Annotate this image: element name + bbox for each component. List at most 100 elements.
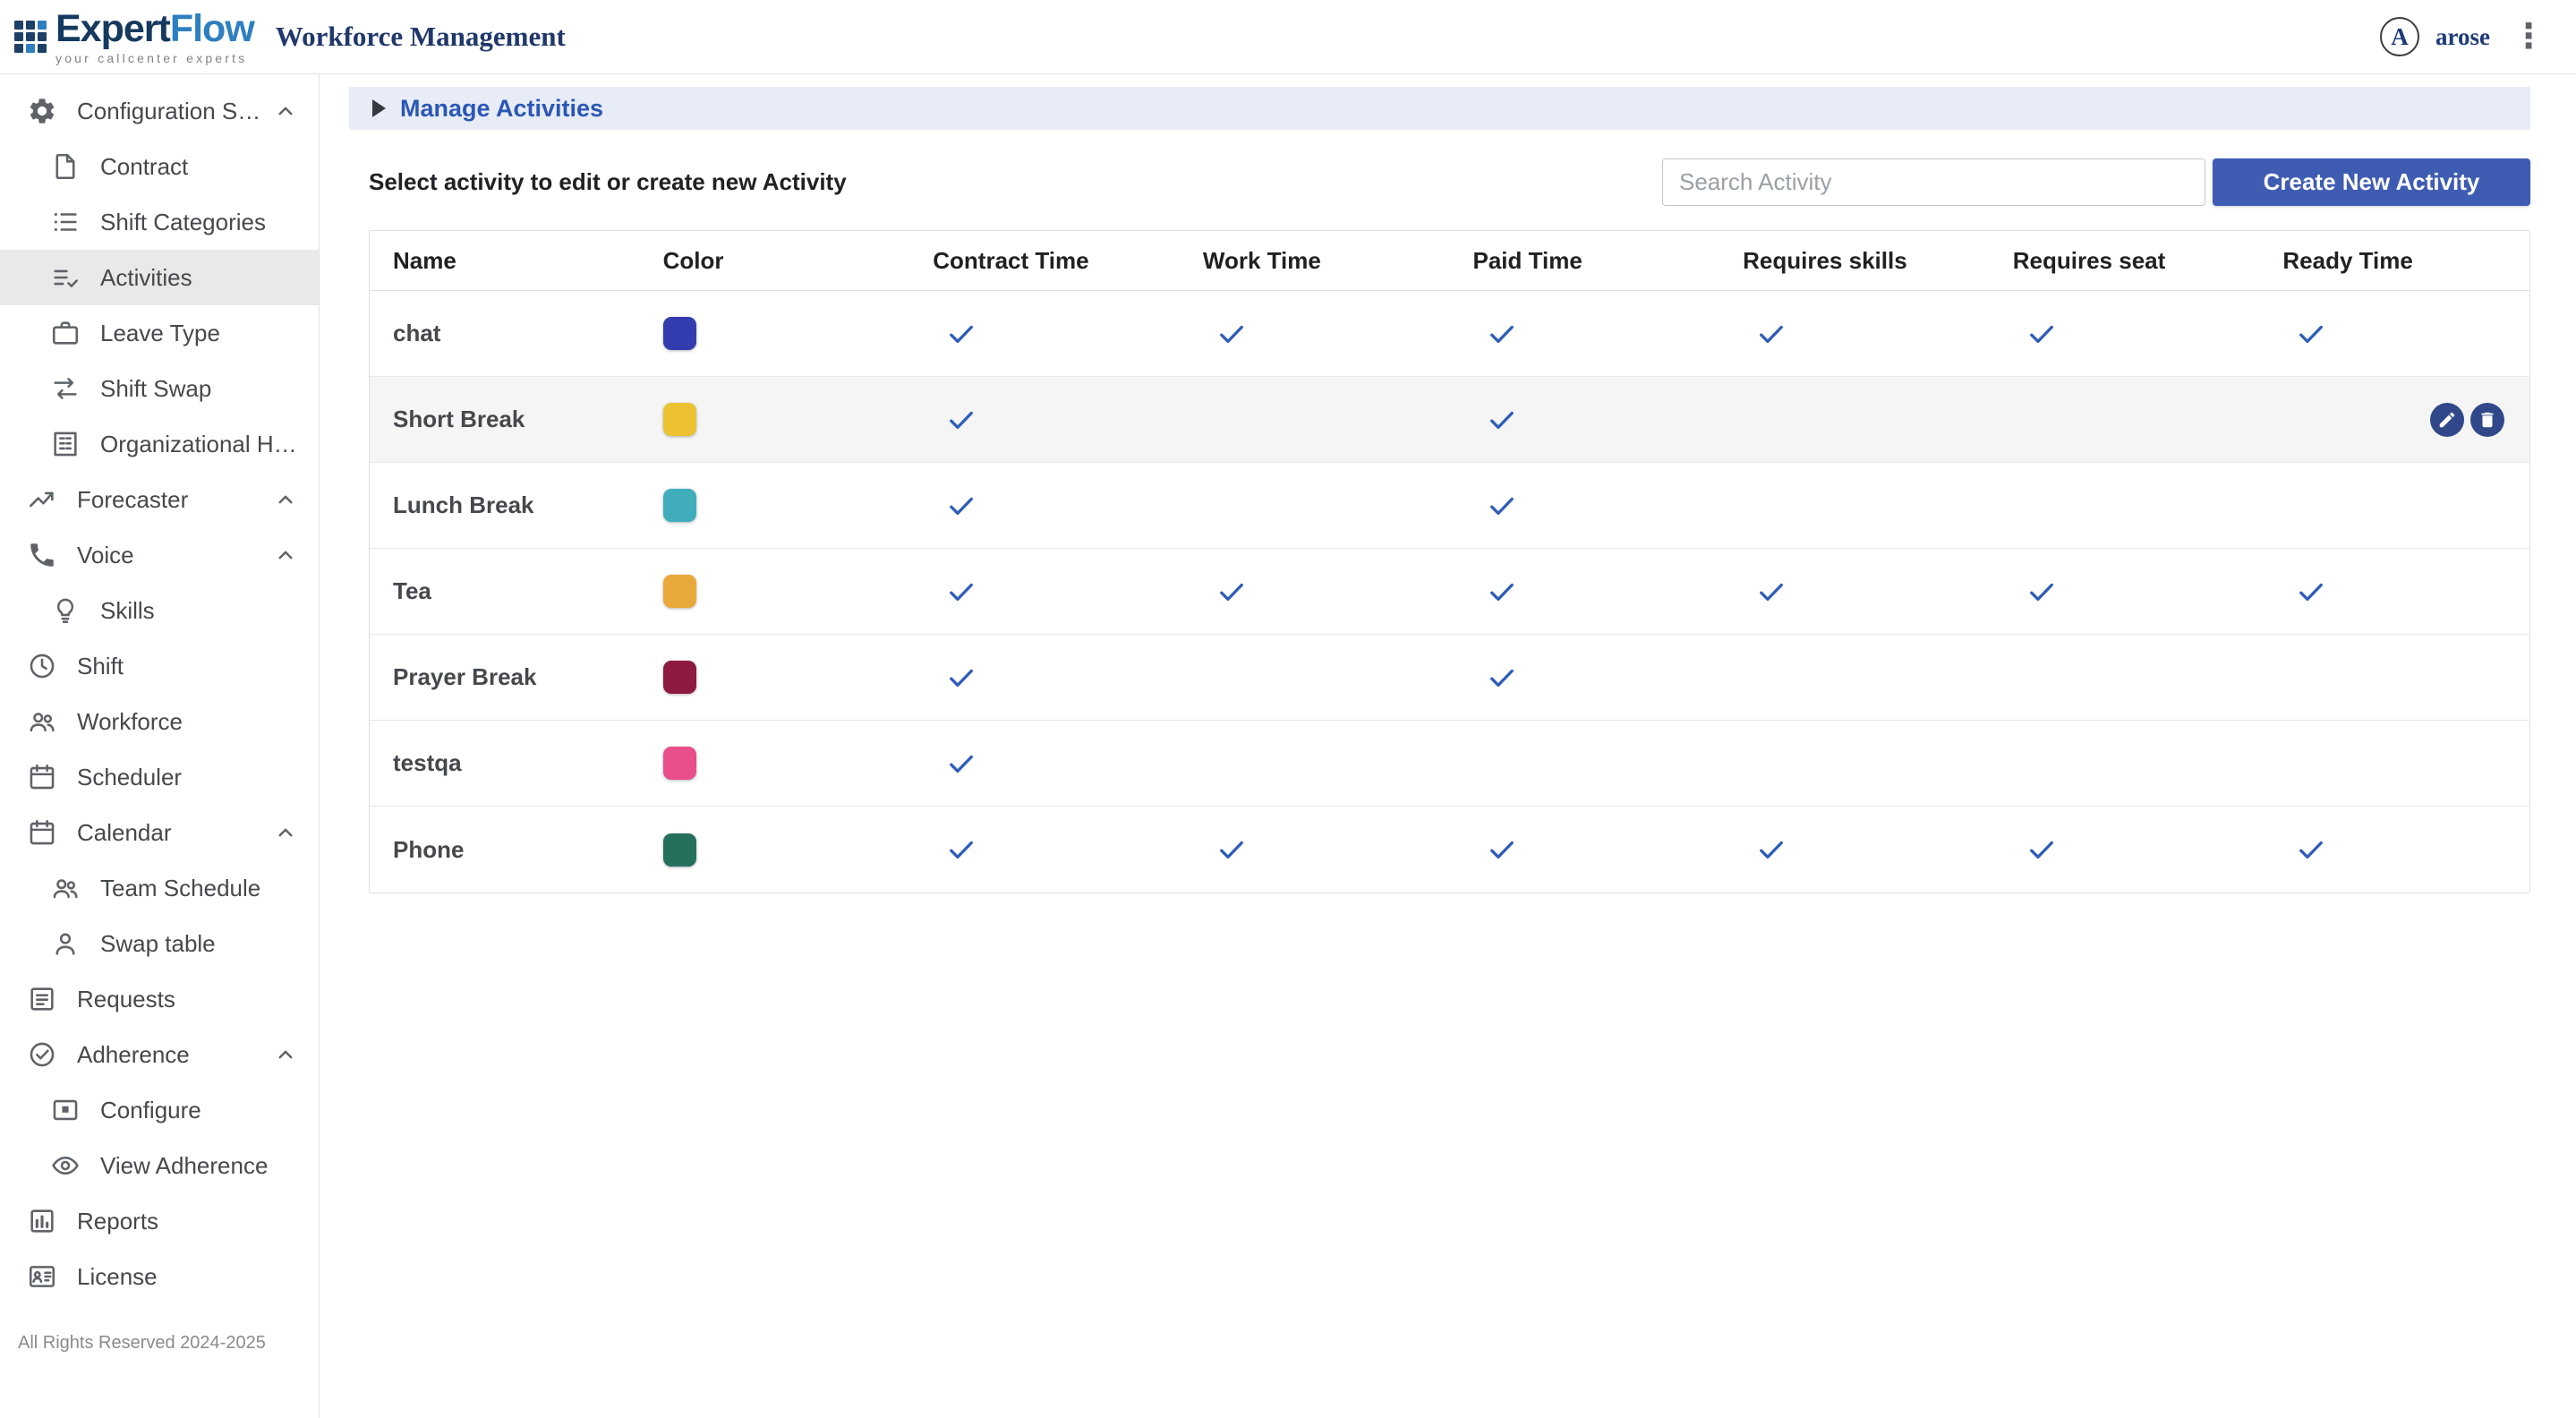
table-row-tea[interactable]: Tea <box>370 549 2529 635</box>
clock-icon <box>27 651 57 681</box>
trend-icon <box>27 484 57 515</box>
table-header-row: NameColorContract TimeWork TimePaid Time… <box>370 231 2529 291</box>
check-icon <box>2295 576 2327 608</box>
check-icon <box>1755 576 1787 608</box>
sidebar-item-swap-table[interactable]: Swap table <box>0 916 319 971</box>
sidebar-item-label: Team Schedule <box>100 875 260 902</box>
app-title: Workforce Management <box>276 21 566 53</box>
eye-icon <box>50 1150 81 1181</box>
activity-name: chat <box>370 320 640 347</box>
requests-icon <box>27 984 57 1014</box>
sidebar-item-organizational-hierarchy[interactable]: Organizational Hierarchy <box>0 416 319 472</box>
brand-tagline: your callcenter experts <box>55 52 254 64</box>
accordion-title: Manage Activities <box>400 95 603 123</box>
edit-button[interactable] <box>2430 403 2464 437</box>
column-header-requires-seat: Requires seat <box>1990 247 2260 275</box>
check-icon <box>945 404 977 436</box>
create-new-activity-button[interactable]: Create New Activity <box>2213 158 2530 206</box>
check-icon <box>1486 490 1518 522</box>
activities-icon <box>50 262 81 293</box>
sidebar-item-view-adherence[interactable]: View Adherence <box>0 1138 319 1193</box>
header-right: A arose <box>2380 17 2551 56</box>
chevron-up-icon <box>272 98 299 124</box>
sidebar-item-configuration-settings[interactable]: Configuration Settings <box>0 83 319 139</box>
check-icon <box>2026 833 2058 866</box>
skills-icon <box>50 595 81 626</box>
brand-name-expert: Expert <box>55 7 170 50</box>
brand-name-flow: Flow <box>170 7 254 50</box>
swap-icon <box>50 373 81 404</box>
column-header-work-time: Work Time <box>1180 247 1450 275</box>
sidebar-item-skills[interactable]: Skills <box>0 583 319 638</box>
check-icon <box>1755 318 1787 350</box>
column-header-name: Name <box>370 247 640 275</box>
sidebar-item-label: License <box>77 1263 158 1291</box>
sidebar-item-adherence[interactable]: Adherence <box>0 1027 319 1082</box>
sidebar-item-workforce[interactable]: Workforce <box>0 694 319 749</box>
sidebar-item-label: Configuration Settings <box>77 98 272 125</box>
check-icon <box>945 318 977 350</box>
sidebar-item-label: Workforce <box>77 708 183 736</box>
check-icon <box>1755 833 1787 866</box>
sidebar-item-scheduler[interactable]: Scheduler <box>0 749 319 805</box>
sidebar-item-label: Organizational Hierarchy <box>100 431 299 458</box>
activity-name: Phone <box>370 836 640 864</box>
expertflow-logo: ExpertFlow your callcenter experts <box>14 10 254 64</box>
sidebar-item-label: Scheduler <box>77 764 182 791</box>
sidebar-item-configure[interactable]: Configure <box>0 1082 319 1138</box>
sidebar-item-label: View Adherence <box>100 1152 268 1180</box>
sidebar-item-forecaster[interactable]: Forecaster <box>0 472 319 527</box>
column-header-color: Color <box>640 247 910 275</box>
sidebar-item-shift-categories[interactable]: Shift Categories <box>0 194 319 250</box>
table-row-short-break[interactable]: Short Break <box>370 377 2529 463</box>
table-row-phone[interactable]: Phone <box>370 807 2529 893</box>
table-row-testqa[interactable]: testqa <box>370 721 2529 807</box>
sidebar-item-team-schedule[interactable]: Team Schedule <box>0 860 319 916</box>
list-icon <box>50 207 81 237</box>
avatar[interactable]: A <box>2380 17 2419 56</box>
sidebar-item-requests[interactable]: Requests <box>0 971 319 1027</box>
check-icon <box>2026 576 2058 608</box>
reports-icon <box>27 1206 57 1236</box>
color-swatch <box>663 317 696 350</box>
column-header-paid-time: Paid Time <box>1450 247 1720 275</box>
calendar-icon <box>27 817 57 848</box>
check-icon <box>945 662 977 694</box>
table-row-lunch-break[interactable]: Lunch Break <box>370 463 2529 549</box>
kebab-menu-icon[interactable] <box>2506 20 2551 54</box>
avatar-initial: A <box>2391 23 2409 51</box>
sidebar-item-label: Skills <box>100 597 155 625</box>
sidebar-item-reports[interactable]: Reports <box>0 1193 319 1249</box>
color-swatch <box>663 747 696 780</box>
delete-trash-icon <box>2478 410 2497 430</box>
sidebar-item-activities[interactable]: Activities <box>0 250 319 305</box>
sidebar-item-label: Contract <box>100 153 188 181</box>
delete-button[interactable] <box>2470 403 2504 437</box>
sidebar-item-label: Voice <box>77 542 134 569</box>
sidebar-item-voice[interactable]: Voice <box>0 527 319 583</box>
file-icon <box>50 151 81 182</box>
search-activity-input[interactable] <box>1662 158 2205 206</box>
expand-triangle-icon <box>372 99 386 117</box>
license-icon <box>27 1261 57 1292</box>
table-row-chat[interactable]: chat <box>370 291 2529 377</box>
table-row-prayer-break[interactable]: Prayer Break <box>370 635 2529 721</box>
manage-activities-accordion[interactable]: Manage Activities <box>349 87 2530 130</box>
sidebar-item-shift[interactable]: Shift <box>0 638 319 694</box>
sidebar-item-contract[interactable]: Contract <box>0 139 319 194</box>
sidebar-item-leave-type[interactable]: Leave Type <box>0 305 319 361</box>
sidebar-item-shift-swap[interactable]: Shift Swap <box>0 361 319 416</box>
check-icon <box>1486 662 1518 694</box>
row-actions <box>2430 403 2504 437</box>
sidebar-item-license[interactable]: License <box>0 1249 319 1304</box>
sidebar-item-calendar[interactable]: Calendar <box>0 805 319 860</box>
color-swatch <box>663 575 696 608</box>
sidebar-item-label: Configure <box>100 1097 201 1124</box>
color-swatch <box>663 661 696 694</box>
chevron-up-icon <box>272 542 299 568</box>
check-icon <box>1486 404 1518 436</box>
page-subtitle: Select activity to edit or create new Ac… <box>369 168 847 196</box>
main-content: Manage Activities Select activity to edi… <box>320 74 2576 1418</box>
check-icon <box>1486 318 1518 350</box>
configure-icon <box>50 1095 81 1125</box>
